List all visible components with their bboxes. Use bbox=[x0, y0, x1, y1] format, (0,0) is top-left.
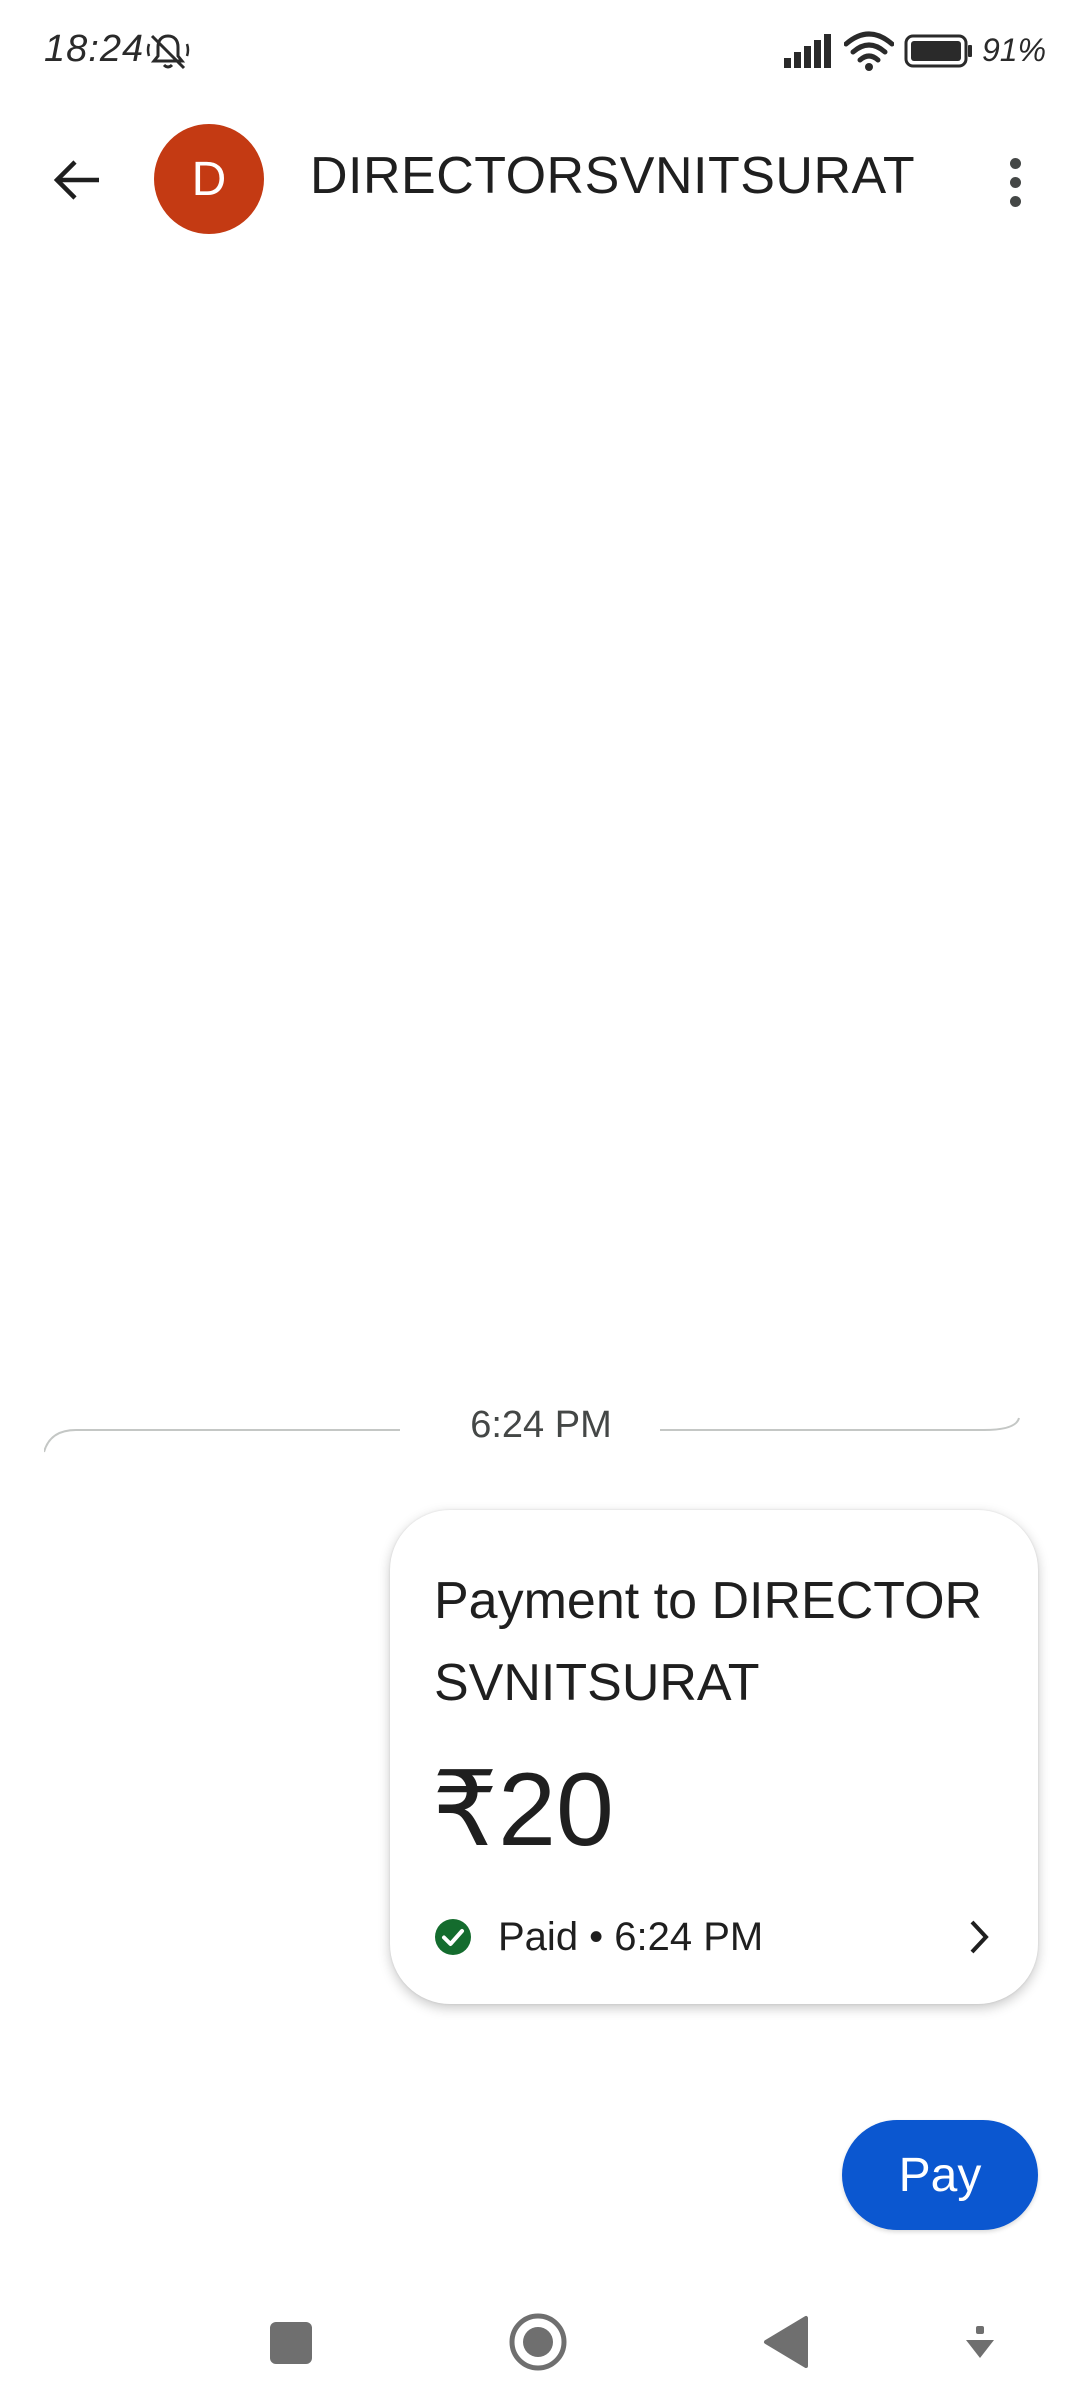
payment-status-text: Paid • 6:24 PM bbox=[498, 1914, 764, 1959]
wifi-icon bbox=[844, 31, 894, 71]
chevron-right-icon[interactable] bbox=[960, 1910, 1000, 1964]
timestamp-label: 6:24 PM bbox=[470, 1404, 612, 1446]
home-icon[interactable] bbox=[508, 2312, 568, 2372]
battery-icon bbox=[904, 34, 972, 68]
contact-name[interactable]: DIRECTORSVNITSURAT bbox=[310, 146, 915, 206]
recents-icon[interactable] bbox=[270, 2322, 312, 2364]
avatar[interactable]: D bbox=[154, 124, 264, 234]
app-bar: D DIRECTORSVNITSURAT bbox=[0, 110, 1080, 250]
avatar-letter: D bbox=[191, 152, 227, 206]
signal-icon bbox=[784, 34, 831, 68]
pay-button[interactable]: Pay bbox=[842, 2120, 1038, 2230]
hide-keyboard-icon[interactable] bbox=[962, 2324, 998, 2364]
more-vert-icon-dot bbox=[1009, 176, 1021, 188]
navigation-bar bbox=[0, 2290, 1080, 2400]
more-vert-icon bbox=[1009, 157, 1021, 169]
payment-amount: ₹20 bbox=[432, 1752, 614, 1868]
mute-icon bbox=[146, 34, 190, 70]
back-button[interactable] bbox=[40, 142, 116, 218]
more-vert-icon-dot bbox=[1009, 195, 1021, 207]
arrow-left-icon bbox=[53, 160, 99, 200]
battery-percentage: 91% bbox=[982, 32, 1047, 68]
payment-status: Paid • 6:24 PM bbox=[434, 1910, 763, 1964]
check-circle-icon bbox=[435, 1919, 471, 1955]
payment-title: Payment to DIRECTORSVNITSURAT bbox=[434, 1572, 983, 1712]
status-bar: 18:24 91% bbox=[0, 0, 1080, 110]
timestamp-divider: 6:24 PM bbox=[44, 1398, 1038, 1458]
status-time: 18:24 bbox=[44, 28, 145, 70]
payment-card[interactable]: Payment to DIRECTORSVNITSURAT ₹20 Paid •… bbox=[390, 1510, 1038, 2004]
more-options-button[interactable] bbox=[990, 144, 1040, 220]
back-icon[interactable] bbox=[762, 2314, 810, 2370]
